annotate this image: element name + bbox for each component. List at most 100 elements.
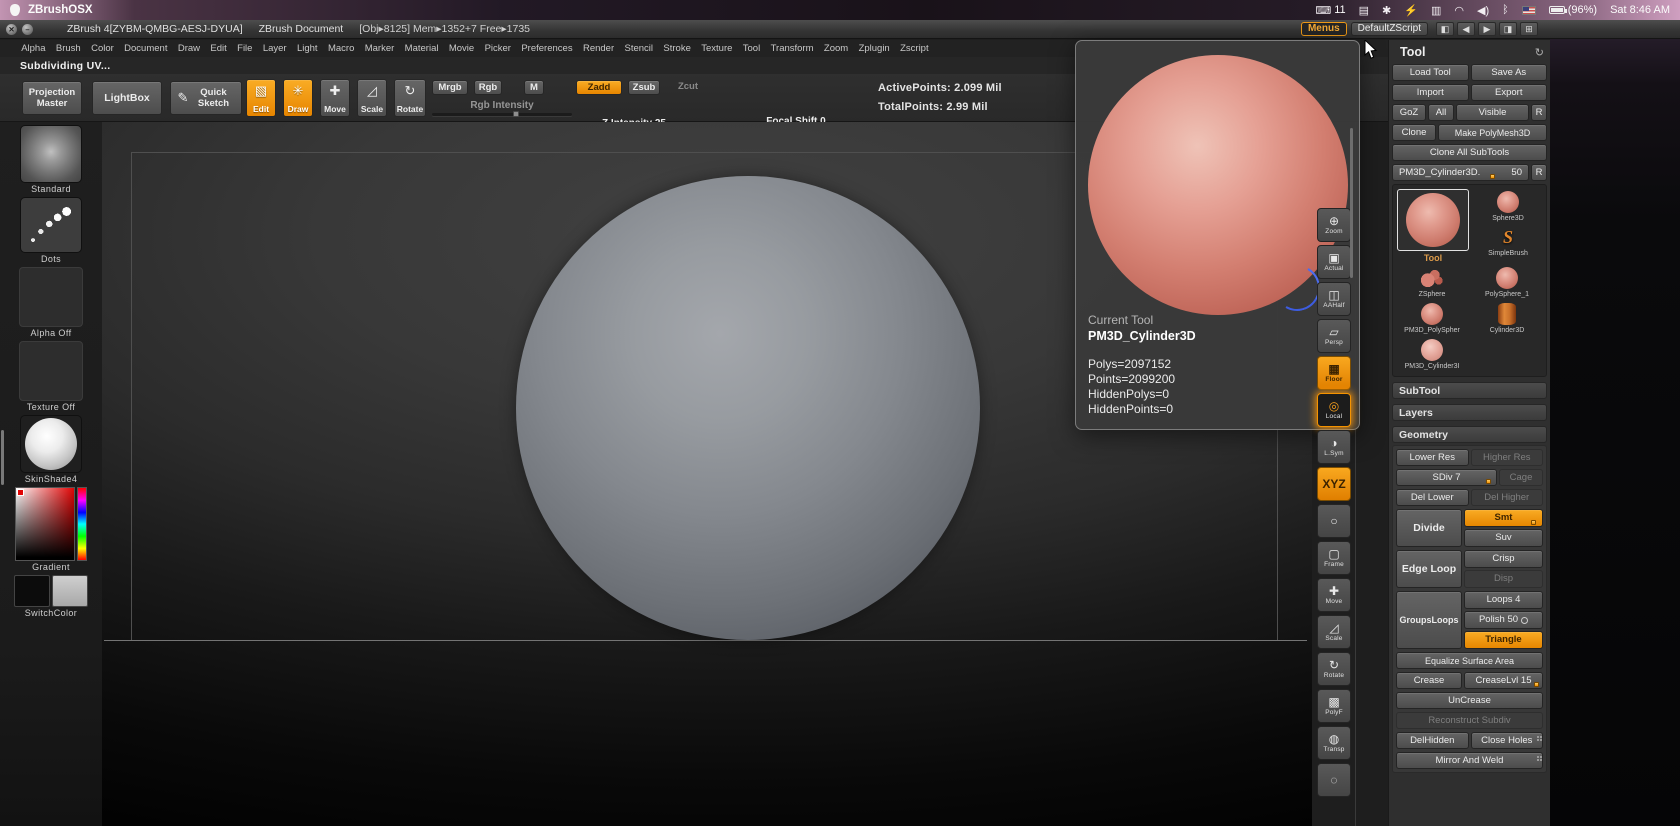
saturation-value-square[interactable]: [15, 487, 75, 561]
tool-item-sphere3d[interactable]: Sphere3D: [1492, 191, 1524, 223]
active-tool-slider[interactable]: PM3D_Cylinder3D. 50: [1392, 164, 1529, 181]
tool-item-simplebrush[interactable]: S SimpleBrush: [1488, 226, 1528, 258]
creaselvl-slider[interactable]: CreaseLvl 15: [1464, 672, 1543, 689]
menu-item[interactable]: Zscript: [895, 43, 934, 54]
equalize-surface-area-button[interactable]: Equalize Surface Area: [1396, 652, 1543, 669]
chat-icon[interactable]: ▥: [1431, 4, 1441, 17]
goz-r-button[interactable]: R: [1531, 104, 1547, 121]
polyf-button[interactable]: ▩ PolyF: [1317, 689, 1351, 723]
move-button[interactable]: ✚ Move: [1317, 578, 1351, 612]
smt-toggle[interactable]: Smt: [1464, 509, 1543, 527]
slider-handle[interactable]: [1531, 520, 1537, 525]
close-holes-button[interactable]: Close Holes: [1470, 732, 1543, 749]
menu-item[interactable]: File: [232, 43, 258, 54]
menu-item[interactable]: Preferences: [516, 43, 578, 54]
display-icon[interactable]: ▤: [1359, 4, 1369, 17]
persp-button[interactable]: ▱ Persp: [1317, 319, 1351, 353]
menu-item[interactable]: Texture: [696, 43, 738, 54]
menu-item[interactable]: Draw: [173, 43, 206, 54]
tool-item-cylinder3d[interactable]: Cylinder3D: [1471, 303, 1543, 335]
script-icon[interactable]: ✱: [1382, 4, 1391, 17]
rgb-intensity-slider[interactable]: Rgb Intensity: [432, 99, 572, 117]
tool-item-pm3d-polysphere[interactable]: PM3D_PolySpher: [1396, 303, 1468, 335]
sdiv-slider[interactable]: SDiv 7: [1396, 469, 1497, 486]
layout-grid-icon[interactable]: ⊞: [1520, 22, 1538, 36]
slider-handle[interactable]: [1534, 682, 1540, 687]
bluetooth-icon[interactable]: ᛒ: [1502, 4, 1509, 17]
zoom-button[interactable]: ⊕ Zoom: [1317, 208, 1351, 242]
menu-item[interactable]: Transform: [765, 43, 818, 54]
goz-all-button[interactable]: All: [1428, 104, 1454, 121]
menu-item[interactable]: Alpha: [16, 43, 51, 54]
uncrease-button[interactable]: UnCrease: [1396, 692, 1543, 709]
current-texture-thumbnail[interactable]: [19, 341, 83, 401]
menu-item[interactable]: Zoom: [819, 43, 854, 54]
floor-button[interactable]: ▦ Floor: [1317, 356, 1351, 390]
menu-item[interactable]: Picker: [479, 43, 516, 54]
lsym-button[interactable]: ◑ L.Sym: [1317, 430, 1351, 464]
scale-button[interactable]: ◿ Scale: [1317, 615, 1351, 649]
suv-toggle[interactable]: Suv: [1464, 529, 1543, 547]
menu-item[interactable]: Movie: [444, 43, 480, 54]
menu-item[interactable]: Light: [292, 43, 323, 54]
layers-section-header[interactable]: Layers: [1392, 404, 1547, 421]
lower-res-button[interactable]: Lower Res: [1396, 449, 1469, 466]
subtool-section-header[interactable]: SubTool: [1392, 382, 1547, 399]
menus-toggle-button[interactable]: Menus: [1300, 22, 1347, 36]
dock-left-icon[interactable]: ◧: [1436, 22, 1454, 36]
shelf-scrollbar[interactable]: [1350, 128, 1353, 278]
del-lower-button[interactable]: Del Lower: [1396, 489, 1469, 506]
keyboard-icon[interactable]: ⌨: [1315, 4, 1331, 17]
scale-mode-button[interactable]: ◿ Scale: [357, 79, 387, 117]
local-button[interactable]: ◎ Local: [1317, 393, 1351, 427]
power-icon[interactable]: ⚡: [1404, 4, 1418, 17]
draw-mode-button[interactable]: ✳ Draw: [283, 79, 313, 117]
import-button[interactable]: Import: [1392, 84, 1469, 101]
make-polymesh3d-button[interactable]: Make PolyMesh3D: [1438, 124, 1547, 141]
crisp-toggle[interactable]: Crisp: [1464, 550, 1543, 568]
load-tool-button[interactable]: Load Tool: [1392, 64, 1469, 81]
menu-item[interactable]: Brush: [51, 43, 86, 54]
rgb-button[interactable]: Rgb: [474, 80, 502, 95]
mirror-and-weld-button[interactable]: Mirror And Weld: [1396, 752, 1543, 769]
tool-item-pm3d-cylinder3d[interactable]: PM3D_Cylinder3I: [1396, 339, 1468, 371]
divide-button[interactable]: Divide: [1396, 509, 1462, 547]
wifi-icon[interactable]: ◠: [1454, 4, 1464, 17]
delhidden-button[interactable]: DelHidden: [1396, 732, 1469, 749]
slider-handle[interactable]: [513, 111, 520, 117]
move-mode-button[interactable]: ✚ Move: [320, 79, 350, 117]
menubar-clock[interactable]: Sat 8:46 AM: [1610, 4, 1670, 16]
projection-master-button[interactable]: Projection Master: [22, 81, 82, 115]
tool-item-polysphere[interactable]: PolySphere_1: [1471, 267, 1543, 299]
polish-mode-toggle-icon[interactable]: [1521, 616, 1529, 624]
battery-indicator[interactable]: (96%): [1548, 4, 1597, 16]
volume-icon[interactable]: ◀): [1477, 4, 1489, 17]
menu-item[interactable]: Marker: [360, 43, 400, 54]
dock-right-icon[interactable]: ◨: [1499, 22, 1517, 36]
aahalf-button[interactable]: ◫ AAHalf: [1317, 282, 1351, 316]
export-button[interactable]: Export: [1470, 84, 1547, 101]
switch-color-control[interactable]: [14, 575, 88, 607]
clone-all-subtools-button[interactable]: Clone All SubTools: [1392, 144, 1547, 161]
menubar-app-name[interactable]: ZBrushOSX: [28, 4, 93, 16]
quick-sketch-button[interactable]: ✎ Quick Sketch: [170, 81, 242, 115]
transp-button[interactable]: ◍ Transp: [1317, 726, 1351, 760]
menu-item[interactable]: Color: [86, 43, 119, 54]
reload-icon[interactable]: ↻: [1535, 46, 1544, 59]
menu-item[interactable]: Tool: [738, 43, 766, 54]
m-button[interactable]: M: [524, 80, 544, 95]
menu-item[interactable]: Zplugin: [853, 43, 895, 54]
xyz-button[interactable]: XYZ: [1317, 467, 1351, 501]
zsub-button[interactable]: Zsub: [628, 80, 660, 95]
loops-slider[interactable]: Loops 4: [1464, 591, 1543, 609]
default-zscript-button[interactable]: DefaultZScript: [1350, 22, 1428, 36]
page-next-icon[interactable]: ▶: [1478, 22, 1496, 36]
zadd-button[interactable]: Zadd: [576, 80, 622, 95]
menu-item[interactable]: Macro: [323, 43, 360, 54]
minimize-button[interactable]: –: [22, 23, 33, 35]
menu-item[interactable]: Stroke: [658, 43, 696, 54]
current-stroke-thumbnail[interactable]: [20, 197, 82, 253]
menu-item[interactable]: Document: [119, 43, 173, 54]
current-alpha-thumbnail[interactable]: [19, 267, 83, 327]
tool-item-zsphere[interactable]: ZSphere: [1396, 267, 1468, 299]
